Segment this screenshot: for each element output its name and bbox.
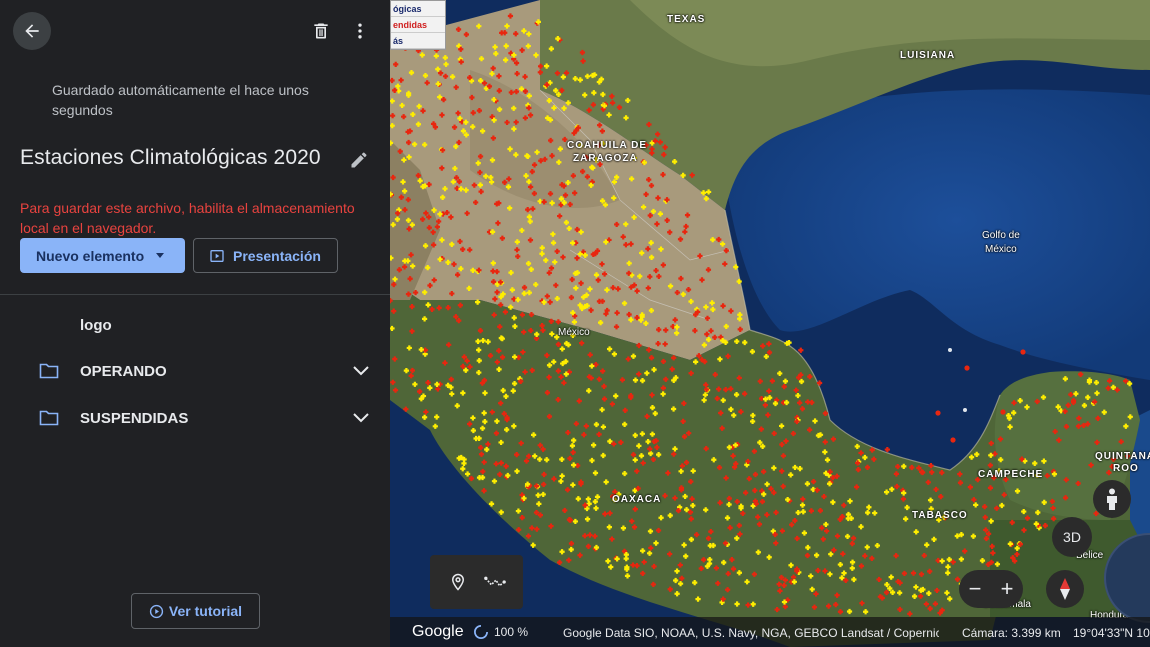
camera-altitude: Cámara: 3.399 km bbox=[962, 626, 1061, 640]
delete-button[interactable] bbox=[302, 12, 340, 50]
layer-label: OPERANDO bbox=[80, 362, 167, 380]
drawing-tools bbox=[430, 555, 523, 609]
autosave-status: Guardado automáticamente el hace unos se… bbox=[52, 82, 309, 118]
cursor-coordinates: 19°04'33"N 10 bbox=[1073, 626, 1150, 640]
station-marker-suspended[interactable] bbox=[1020, 349, 1026, 355]
logo-overlay: ógicas endidas ás bbox=[390, 0, 446, 50]
project-title[interactable]: Estaciones Climatológicas 2020 bbox=[20, 146, 321, 170]
map-label-texas: TEXAS bbox=[667, 14, 706, 25]
toggle-3d-button[interactable]: 3D bbox=[1052, 517, 1092, 557]
presentation-icon bbox=[210, 249, 224, 262]
logo-line: ás bbox=[391, 33, 445, 49]
map-label-coahuila: COAHUILA DE bbox=[567, 140, 648, 151]
trash-icon bbox=[314, 23, 328, 39]
map-label-campeche: CAMPECHE bbox=[978, 469, 1044, 480]
draw-line-button[interactable] bbox=[481, 568, 509, 596]
storage-warning: Para guardar este archivo, habilita el a… bbox=[20, 200, 355, 236]
street-view-button[interactable] bbox=[1093, 480, 1131, 518]
google-logo: Google bbox=[412, 623, 464, 640]
pencil-icon bbox=[351, 152, 367, 168]
satellite-map[interactable] bbox=[390, 0, 1150, 647]
presentation-button[interactable]: Presentación bbox=[193, 238, 338, 273]
zoom-out-button[interactable]: − bbox=[962, 578, 988, 600]
layer-label: SUSPENDIDAS bbox=[80, 409, 189, 427]
compass-icon bbox=[1060, 578, 1070, 600]
logo-line: endidas bbox=[391, 17, 445, 33]
more-vert-icon bbox=[358, 23, 362, 39]
layer-item-operando[interactable]: OPERANDO bbox=[0, 351, 390, 391]
station-marker-suspended[interactable] bbox=[950, 437, 956, 443]
back-arrow-icon bbox=[25, 24, 39, 38]
new-item-label: Nuevo elemento bbox=[36, 247, 145, 264]
layer-label: logo bbox=[80, 316, 112, 334]
map-label-oaxaca: OAXACA bbox=[612, 494, 662, 505]
map-label-roo: ROO bbox=[1113, 463, 1139, 474]
map-label-zaragoza: ZARAGOZA bbox=[573, 153, 638, 164]
folder-icon bbox=[39, 363, 59, 379]
station-marker-suspended[interactable] bbox=[935, 410, 941, 416]
zoom-control: − + bbox=[959, 570, 1023, 608]
back-button[interactable] bbox=[13, 12, 51, 50]
new-item-button[interactable]: Nuevo elemento bbox=[20, 238, 185, 273]
map-label-luisiana: LUISIANA bbox=[900, 50, 956, 61]
tutorial-button[interactable]: Ver tutorial bbox=[131, 593, 260, 629]
map-label-tabasco: TABASCO bbox=[912, 510, 968, 521]
map-view[interactable]: ógicas endidas ás TEXAS LUISIANA COAHUIL… bbox=[390, 0, 1150, 647]
station-marker-suspended[interactable] bbox=[1000, 409, 1006, 415]
map-label-mexico: México bbox=[558, 327, 590, 338]
station-marker-suspended[interactable] bbox=[964, 365, 970, 371]
loading-percent: 100 % bbox=[494, 625, 529, 639]
play-circle-icon bbox=[149, 604, 164, 618]
add-placemark-button[interactable] bbox=[444, 568, 472, 596]
presentation-label: Presentación bbox=[233, 247, 321, 264]
path-icon bbox=[483, 576, 506, 587]
layer-item-logo[interactable]: logo bbox=[0, 305, 390, 345]
map-label-mexico-gulf: México bbox=[985, 244, 1017, 255]
folder-icon bbox=[39, 410, 59, 426]
compass-button[interactable] bbox=[1046, 570, 1084, 608]
layer-item-suspendidas[interactable]: SUSPENDIDAS bbox=[0, 398, 390, 438]
location-pin-icon bbox=[452, 573, 465, 591]
more-options-button[interactable] bbox=[341, 12, 379, 50]
zoom-in-button[interactable]: + bbox=[994, 578, 1020, 600]
loading-indicator: 100 % bbox=[474, 625, 528, 639]
map-label-quintana: QUINTANA bbox=[1095, 451, 1150, 462]
edit-title-button[interactable] bbox=[344, 145, 374, 175]
chevron-down-icon[interactable] bbox=[352, 410, 370, 426]
map-label-golfo: Golfo de bbox=[982, 230, 1020, 241]
loading-spinner-icon bbox=[474, 625, 488, 639]
status-bar: Google 100 % Google Data SIO, NOAA, U.S.… bbox=[390, 617, 1150, 647]
chevron-down-icon[interactable] bbox=[352, 363, 370, 379]
logo-line: ógicas bbox=[391, 1, 445, 17]
panel-divider bbox=[0, 294, 390, 295]
data-attribution[interactable]: Google Data SIO, NOAA, U.S. Navy, NGA, G… bbox=[563, 626, 939, 640]
pegman-icon bbox=[1107, 488, 1117, 510]
dropdown-caret-icon bbox=[156, 253, 165, 258]
side-panel: Guardado automáticamente el hace unos se… bbox=[0, 0, 390, 647]
tutorial-label: Ver tutorial bbox=[168, 603, 243, 619]
